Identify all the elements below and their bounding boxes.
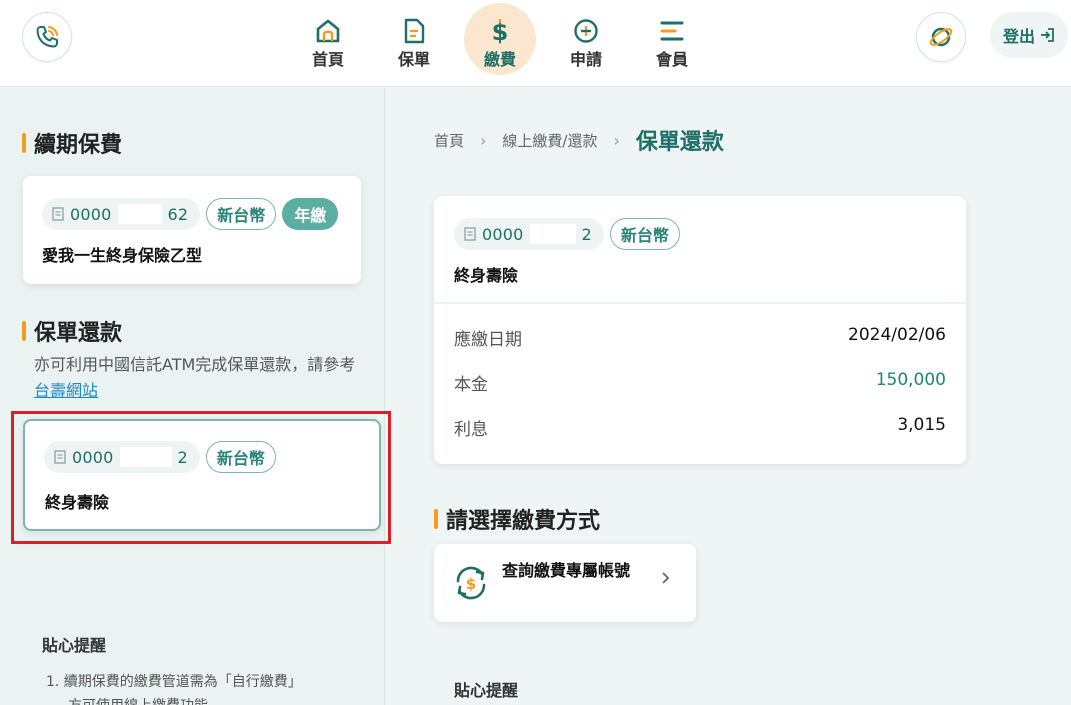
nav-item-member[interactable]: 會員 [629,0,715,87]
home-icon [316,19,340,42]
planet-icon [929,27,953,47]
loan-note-text: 亦可利用中國信託ATM完成保單還款，請參考 [34,355,356,374]
loan-section-title: 保單還款 [22,315,122,347]
nav-label: 保單 [397,49,430,69]
loan-note: 亦可利用中國信託ATM完成保單還款，請參考 台壽網站 [34,352,364,404]
policy-icon [404,18,425,43]
main-nav: 首頁 保單 $ 繳費 申請 會員 [285,0,715,87]
customer-service-button[interactable] [916,12,966,62]
logout-label: 登出 [1002,27,1035,46]
exchange-dollar-icon: $ [456,566,486,600]
section-title-text: 保單還款 [34,321,123,346]
page-title: 保單還款 [635,130,724,155]
section-accent-bar [22,321,26,341]
tips-item: 1. 續期保費的繳費管道需為「自行繳費」 [46,674,302,690]
policy-number-pill: 0000 62 [42,198,201,230]
renewal-section-title: 續期保費 [22,127,122,159]
policy-number-suffix: 2 [581,224,592,244]
nav-label: 會員 [655,49,688,69]
policy-name: 愛我一生終身保險乙型 [42,246,203,265]
phone-icon [36,26,58,48]
document-icon [52,207,64,221]
sidebar-tips-title: 貼心提醒 [42,636,107,655]
due-date-label: 應繳日期 [454,330,522,350]
policy-number-suffix: 62 [167,204,189,224]
phone-button[interactable] [22,12,72,62]
breadcrumb-section[interactable]: 線上繳費/還款 [502,130,597,151]
document-icon [464,227,476,241]
interest-value: 3,015 [897,415,946,435]
policy-row: 0000 62 新台幣 年繳 [42,198,339,230]
interest-label: 利息 [454,420,488,440]
masked-digits [117,204,162,224]
nav-item-payment[interactable]: $ 繳費 [457,0,543,87]
policy-number-pill: 0000 2 [454,218,604,250]
website-link[interactable]: 台壽網站 [34,381,98,400]
nav-label: 首頁 [311,49,344,69]
pay-method-label: 查詢繳費專屬帳號 [502,561,631,580]
payment-method-title: 請選擇繳費方式 [434,503,600,535]
logout-button[interactable]: 登出 [990,12,1068,58]
principal-value: 150,000 [875,370,946,390]
section-title-text: 續期保費 [34,133,123,158]
due-date-value: 2024/02/06 [848,325,946,345]
svg-text:$: $ [466,575,476,593]
nav-item-apply[interactable]: 申請 [543,0,629,87]
menu-icon [660,21,684,40]
nav-item-home[interactable]: 首頁 [285,0,371,87]
principal-label: 本金 [454,375,488,395]
currency-tag: 新台幣 [609,218,680,250]
interest-row: 利息 3,015 [454,415,946,440]
principal-row: 本金 150,000 [454,370,946,395]
logout-icon [1041,28,1054,42]
section-accent-bar [434,509,438,529]
due-date-row: 應繳日期 2024/02/06 [454,325,946,350]
currency-tag: 新台幣 [206,198,277,230]
plus-circle-icon [574,18,598,43]
pay-method-card[interactable]: $ 查詢繳費專屬帳號 [434,544,696,622]
tips-item-cont: 方可使用線上繳費功能。 [68,694,222,705]
renewal-policy-card[interactable]: 0000 62 新台幣 年繳 愛我一生終身保險乙型 [23,176,361,284]
masked-digits [529,224,576,244]
policy-name: 終身壽險 [454,266,519,285]
chevron-right-icon: › [480,130,487,150]
policy-number-prefix: 0000 [70,204,112,224]
main-tips-title: 貼心提醒 [454,681,519,700]
policy-row: 0000 2 新台幣 [454,218,680,250]
card-divider [434,302,966,304]
nav-label: 繳費 [483,49,516,69]
section-accent-bar [22,133,26,153]
dollar-icon: $ [492,18,509,44]
nav-label: 申請 [569,49,602,69]
chevron-right-icon: › [613,130,620,150]
top-bar: 首頁 保單 $ 繳費 申請 會員 登出 [0,0,1071,87]
breadcrumb: 首頁 › 線上繳費/還款 › 保單還款 [434,124,724,156]
section-title-text: 請選擇繳費方式 [446,509,601,534]
chevron-right-icon [662,572,670,584]
breadcrumb-home[interactable]: 首頁 [434,130,464,151]
selection-highlight [11,411,391,544]
policy-number-prefix: 0000 [482,224,524,244]
frequency-tag: 年繳 [282,198,339,230]
nav-item-policy[interactable]: 保單 [371,0,457,87]
